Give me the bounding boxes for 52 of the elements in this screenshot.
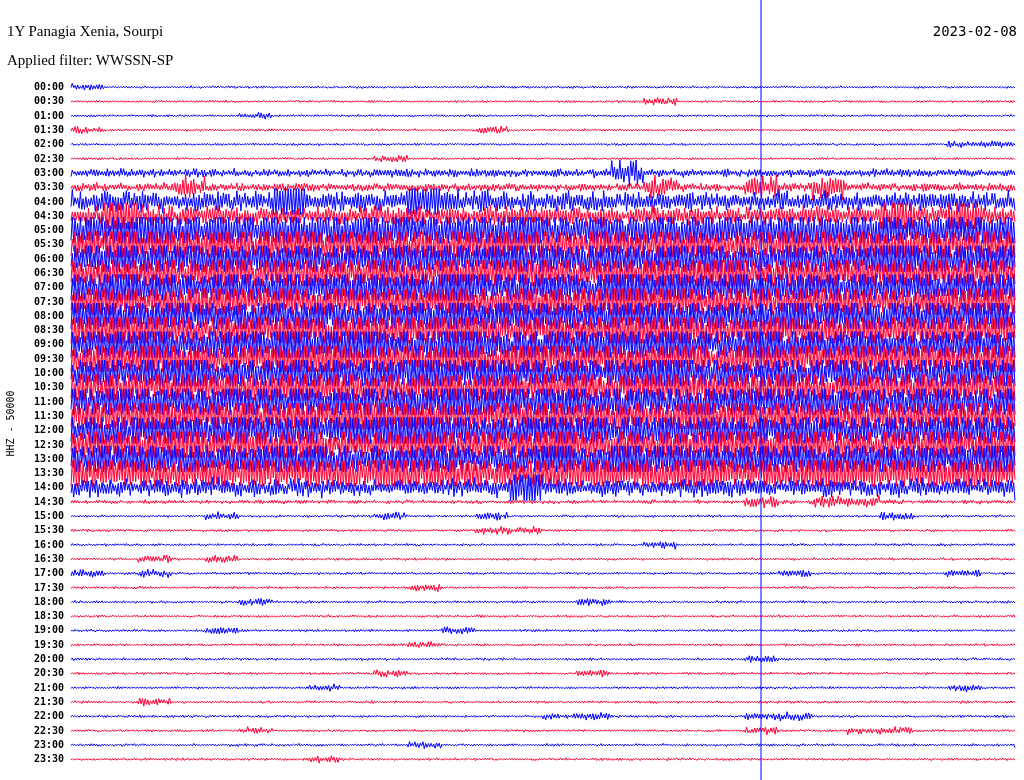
time-label: 22:00: [33, 711, 64, 722]
time-label: 11:00: [33, 396, 64, 407]
time-label: 21:30: [33, 696, 64, 707]
time-label: 18:00: [33, 596, 64, 607]
time-label: 01:00: [33, 110, 64, 121]
time-label: 08:00: [33, 310, 64, 321]
time-label: 10:30: [33, 382, 64, 393]
time-label: 07:00: [33, 282, 64, 293]
time-label: 20:00: [33, 654, 64, 664]
time-label: 18:30: [33, 611, 64, 622]
time-label: 05:00: [33, 225, 64, 236]
date-label: 2023-02-08: [932, 22, 1017, 41]
time-label: 10:00: [33, 368, 64, 379]
time-label: 02:30: [33, 153, 64, 164]
time-label: 02:00: [33, 139, 64, 150]
time-label: 23:00: [33, 739, 64, 750]
time-label: 16:30: [33, 553, 64, 564]
time-label: 09:00: [33, 339, 64, 350]
time-label: 06:00: [33, 253, 64, 264]
time-label: 20:30: [33, 668, 64, 679]
time-label: 06:30: [33, 268, 64, 278]
time-label: 15:00: [33, 511, 64, 522]
time-label: 01:30: [33, 125, 64, 136]
time-label: 15:30: [33, 525, 64, 536]
time-label: 17:00: [33, 568, 64, 579]
time-label: 17:30: [33, 582, 64, 593]
time-label: 19:00: [33, 625, 64, 636]
time-label: 19:30: [33, 639, 64, 650]
station-title: 1Y Panagia Xenia, Sourpi: [7, 21, 164, 41]
time-label: 11:30: [33, 410, 64, 421]
time-label: 03:30: [33, 182, 64, 193]
time-label: 13:00: [33, 453, 64, 464]
filter-label: Applied filter: WWSSN-SP: [7, 52, 174, 68]
time-label: 12:00: [33, 425, 64, 436]
time-label: 04:00: [33, 196, 64, 207]
time-label: 09:30: [33, 353, 64, 364]
time-label: 03:00: [33, 167, 64, 178]
time-label: 04:30: [33, 210, 64, 221]
time-label: 21:00: [33, 682, 64, 693]
time-label: 08:30: [33, 325, 64, 336]
time-label: 00:30: [33, 96, 64, 107]
time-label: 00:00: [33, 82, 64, 93]
time-label: 13:30: [33, 468, 64, 479]
time-label: 05:30: [33, 239, 64, 250]
time-label: 12:30: [33, 439, 64, 450]
time-label: 07:30: [33, 296, 64, 307]
time-label: 23:30: [33, 754, 64, 765]
time-label: 14:00: [33, 482, 64, 493]
time-label: 14:30: [33, 496, 64, 507]
time-label: 16:00: [33, 539, 64, 550]
time-label: 22:30: [33, 725, 64, 736]
axis-label: HHZ - 50000: [3, 390, 17, 457]
